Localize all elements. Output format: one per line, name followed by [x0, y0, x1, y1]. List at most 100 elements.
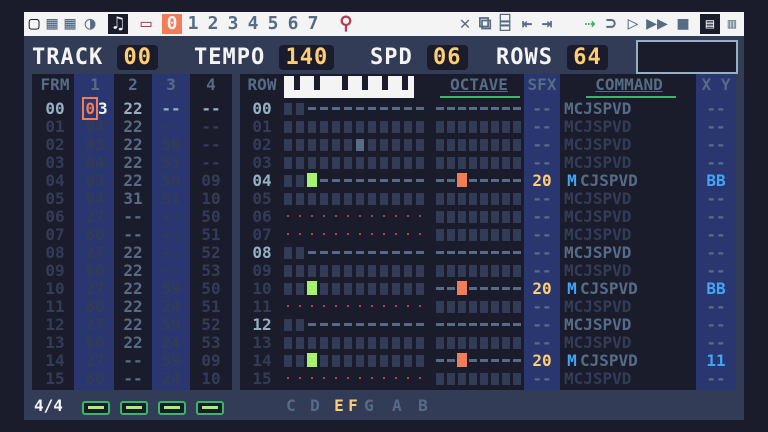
frame-cell[interactable]: -- [192, 154, 230, 172]
octave-slot[interactable] [469, 139, 477, 151]
rows-field[interactable]: ROWS 64 [496, 38, 608, 78]
octave-slot[interactable] [491, 139, 499, 151]
note-marker[interactable] [307, 353, 317, 367]
sfx-empty[interactable]: -- [524, 154, 560, 172]
octave-slot[interactable] [469, 121, 477, 133]
frame-cell[interactable]: 22 [114, 244, 152, 262]
note-slot[interactable] [284, 175, 292, 187]
note-slot[interactable] [404, 283, 412, 295]
octave-slot[interactable] [502, 373, 510, 385]
frame-cell[interactable]: -- [192, 100, 230, 118]
octave-slot[interactable] [447, 193, 455, 205]
frame-cell[interactable]: 10 [192, 190, 230, 208]
note-slot[interactable] [308, 139, 316, 151]
frame-cell[interactable]: 07 [36, 226, 74, 244]
note-slot[interactable] [368, 121, 376, 133]
command-list[interactable]: MCJSPVD [564, 334, 690, 352]
note-slot[interactable] [368, 355, 376, 367]
octave-slot[interactable] [436, 211, 444, 223]
frame-cell[interactable]: 22 [114, 172, 152, 190]
octave-slot[interactable] [458, 229, 466, 241]
note-slot[interactable] [380, 355, 388, 367]
command-list[interactable]: MCJSPVD [564, 208, 690, 226]
frame-cell[interactable]: 53 [192, 262, 230, 280]
note-slot[interactable] [332, 265, 340, 277]
note-slot[interactable] [344, 283, 352, 295]
xy-empty[interactable]: -- [696, 370, 736, 388]
note-slot[interactable] [356, 121, 364, 133]
command-list[interactable]: MCJSPVD [564, 154, 690, 172]
note-slot[interactable] [320, 283, 328, 295]
octave-slot[interactable] [480, 139, 488, 151]
frame-cell[interactable]: 31 [114, 190, 152, 208]
note-slot[interactable] [380, 337, 388, 349]
note-slot[interactable] [332, 283, 340, 295]
note-slot[interactable] [404, 355, 412, 367]
octave-slot[interactable] [491, 301, 499, 313]
frame-cell[interactable]: 10 [36, 280, 74, 298]
frame-cell[interactable]: 22 [114, 136, 152, 154]
octave-slot[interactable] [458, 193, 466, 205]
octave-slot[interactable] [458, 265, 466, 277]
frame-cell[interactable]: -- [152, 262, 190, 280]
note-slot[interactable] [284, 247, 292, 259]
octave-slot[interactable] [458, 211, 466, 223]
command-letter[interactable]: M [564, 352, 580, 370]
frame-cell[interactable]: 03 [76, 136, 114, 154]
cut-icon[interactable]: ✕ [456, 14, 474, 34]
note-slot[interactable] [380, 193, 388, 205]
sfx-empty[interactable]: -- [524, 244, 560, 262]
frame-cell[interactable]: 27 [76, 280, 114, 298]
sfx-empty[interactable]: -- [524, 136, 560, 154]
note-slot[interactable] [332, 337, 340, 349]
note-slot[interactable] [296, 283, 304, 295]
octave-header[interactable]: OCTAVE [436, 76, 522, 94]
note-key-c[interactable]: C [284, 396, 298, 416]
command-list[interactable]: MCJSPVD [564, 316, 690, 334]
frame-cell[interactable]: 53 [192, 334, 230, 352]
octave-slot[interactable] [469, 229, 477, 241]
octave-slot[interactable] [513, 211, 521, 223]
note-slot[interactable] [368, 283, 376, 295]
octave-slot[interactable] [469, 193, 477, 205]
note-slot[interactable] [344, 337, 352, 349]
frame-cell[interactable]: 22 [114, 280, 152, 298]
octave-slot[interactable] [447, 121, 455, 133]
pin-icon[interactable]: ⚲ [336, 14, 356, 34]
note-slot[interactable] [356, 265, 364, 277]
stop-icon[interactable]: ■ [674, 14, 692, 34]
note-slot[interactable] [356, 337, 364, 349]
octave-slot[interactable] [436, 265, 444, 277]
sfx-empty[interactable]: -- [524, 298, 560, 316]
frame-cell[interactable]: 51 [152, 190, 190, 208]
note-slot[interactable] [368, 193, 376, 205]
xy-empty[interactable]: -- [696, 316, 736, 334]
command-list[interactable]: CJSPVD [580, 352, 690, 370]
note-slot[interactable] [284, 283, 292, 295]
note-slot[interactable] [308, 265, 316, 277]
note-slot[interactable] [344, 193, 352, 205]
play-from-start-icon[interactable]: ▶▶ [644, 14, 670, 34]
octave-slot[interactable] [436, 373, 444, 385]
sprite-editor-icon[interactable]: ▦ [44, 14, 60, 34]
note-slot[interactable] [296, 193, 304, 205]
xy-empty[interactable]: -- [696, 118, 736, 136]
frame-cell[interactable]: 50 [152, 172, 190, 190]
frame-cell[interactable]: 04 [76, 154, 114, 172]
note-slot[interactable] [284, 319, 292, 331]
note-slot[interactable] [416, 355, 424, 367]
octave-slot[interactable] [513, 373, 521, 385]
xy-empty[interactable]: -- [696, 100, 736, 118]
note-slot[interactable] [344, 121, 352, 133]
speed-field[interactable]: SPD 06 [370, 38, 468, 78]
frame-cell[interactable]: -- [152, 100, 190, 118]
note-slot[interactable] [380, 157, 388, 169]
track-5-button[interactable]: 5 [264, 14, 282, 34]
octave-slot[interactable] [502, 211, 510, 223]
frame-cell[interactable]: 27 [76, 316, 114, 334]
octave-slot[interactable] [436, 301, 444, 313]
note-slot[interactable] [308, 193, 316, 205]
sfx-value[interactable]: 20 [524, 352, 560, 370]
note-slot[interactable] [332, 193, 340, 205]
octave-slot[interactable] [436, 157, 444, 169]
